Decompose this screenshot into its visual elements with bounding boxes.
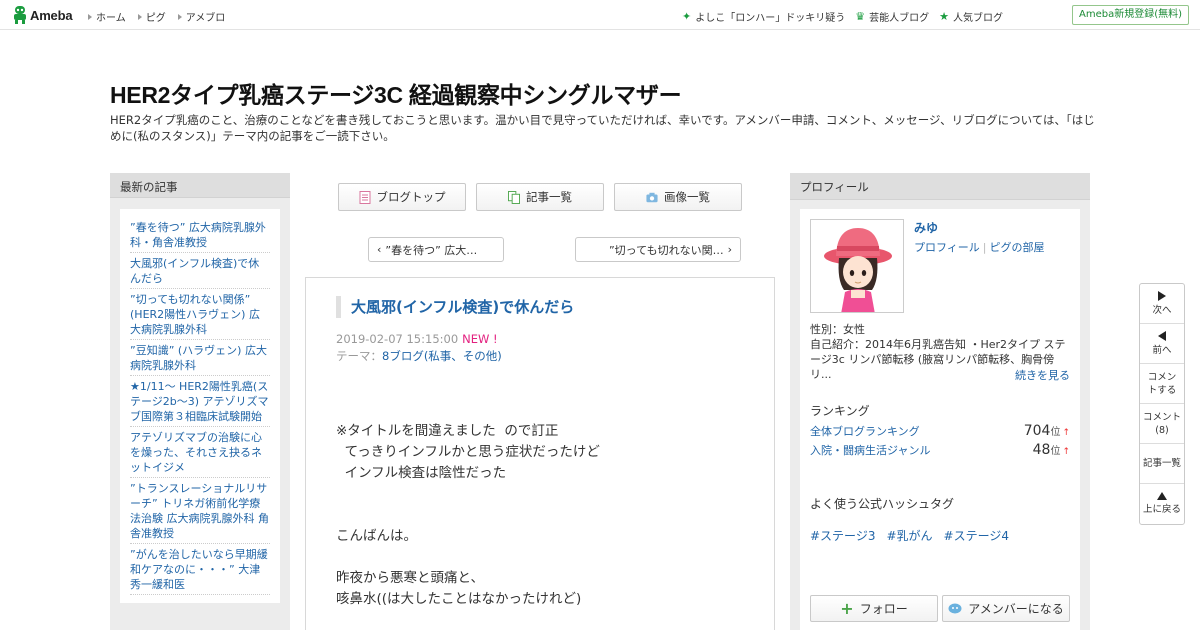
hashtag-heading: よく使う公式ハッシュタグ [810,497,955,511]
ranking-value: 48位 ↑ [1032,442,1070,458]
ranking-heading: ランキング [810,404,870,418]
tab-image-list[interactable]: 画像一覧 [614,183,742,211]
profile-link[interactable]: プロフィール [914,241,980,254]
ranking-value: 704位 ↑ [1023,423,1070,439]
ranking-row: 入院・闘病生活ジャンル 48位 ↑ [810,442,1070,458]
profile-box: みゆ プロフィール | ピグの部屋 性別：女性 自己紹介：2014年6月乳癌告知 ・… [800,209,1080,630]
avatar-image [811,220,903,312]
next-arrow-icon [1158,290,1166,301]
header-link-celebrity[interactable]: ♛ 芸能人ブログ [855,9,929,24]
follow-label: フォロー [859,602,908,616]
ranking-row: 全体ブログランキング 704位 ↑ [810,423,1070,439]
nav-pig[interactable]: ピグ [137,9,166,24]
copy-icon [508,190,520,204]
prev-arrow-icon [1158,330,1166,341]
left-sidebar: 最新の記事 ”春を待つ” 広大病院乳腺外科・角舎准教授 大風邪(インフル検査)で… [110,173,290,630]
profile-name[interactable]: みゆ [914,219,938,236]
entry-article: 大風邪(インフル検査)で休んだら 2019-02-07 15:15:00 NEW … [305,277,775,630]
triangle-icon [177,13,182,20]
next-entry-button[interactable]: ”切っても切れない関… › [575,237,741,262]
triangle-icon [137,13,142,20]
amember-button[interactable]: アメンバーになる [942,595,1070,622]
up-arrow-icon [1157,492,1167,500]
new-badge: NEW ! [462,332,498,346]
entry-theme-link[interactable]: 8ブログ(私事、その他) [382,349,502,363]
entry-title[interactable]: 大風邪(インフル検査)で休んだら [336,296,574,318]
ranking-label[interactable]: 全体ブログランキング [810,423,920,439]
header-link-news[interactable]: ✦ よしこ「ロンハー」ドッキリ疑う [682,9,845,24]
up-arrow-icon: ↑ [1062,447,1070,457]
nav-home[interactable]: ホーム [88,9,126,24]
prev-entry-title: ”春を待つ” 広大… [385,243,478,257]
next-button[interactable]: 次へ [1140,284,1184,324]
recent-entry-link[interactable]: 大風邪(インフル検査)で休んだら [130,253,270,289]
ranking-label[interactable]: 入院・闘病生活ジャンル [810,442,930,458]
hashtag-link[interactable]: #ステージ4 [944,527,1009,544]
tab-blog-top[interactable]: ブログトップ [338,183,466,211]
profile-links: プロフィール | ピグの部屋 [914,239,1045,255]
blog-description: HER2タイプ乳癌のこと、治療のことなどを書き残しておこうと思います。温かい目で… [110,113,1095,143]
write-comment-button[interactable]: コメントする [1140,364,1184,404]
recent-entry-link[interactable]: ”トランスレーショナルリサーチ” トリネガ術前化学療法治験 広大病院乳腺外科 角… [130,478,270,544]
theme-label: テーマ： [336,349,382,363]
profile-heading: プロフィール [790,173,1090,200]
avatar[interactable] [810,219,904,313]
prev-button[interactable]: 前へ [1140,324,1184,364]
right-sidebar: プロフィール みゆ プロフィール | ピグの部屋 性別：女性 自己紹介：2014… [790,173,1090,630]
entry-body: ※タイトルを間違えました ので訂正 てっきりインフルかと思う症状だったけど イン… [336,423,600,607]
register-button[interactable]: Ameba新規登録(無料) [1071,5,1189,25]
amember-icon [948,603,962,613]
nav-ameblo[interactable]: アメブロ [177,9,225,24]
profile-gender: 性別：女性 [810,323,865,336]
camera-icon [646,192,658,202]
tab-entry-list[interactable]: 記事一覧 [476,183,604,211]
plus-icon: + [840,599,854,618]
logo-text: Ameba [30,7,73,23]
recent-entry-link[interactable]: ”がんを治したいなら早期緩和ケアなのに・・・” 大津秀一緩和医 [130,544,270,595]
global-header: Ameba ホーム ピグ アメブロ ✦ よしこ「ロンハー」ドッキリ疑う ♛ 芸能人ブ… [0,0,1200,30]
recent-entry-link[interactable]: ”切っても切れない関係” (HER2陽性ハラヴェン) 広大病院乳腺外科 [130,289,270,340]
document-icon [359,190,370,204]
recent-entries-heading: 最新の記事 [110,173,290,198]
recent-entry-link[interactable]: アテゾリズマブの治験に心を燥った、それさえ抉るネットイジメ [130,427,270,478]
sparkle-icon: ✦ [682,10,692,23]
entry-datetime: 2019-02-07 15:15:00 [336,332,459,346]
pig-room-link[interactable]: ピグの部屋 [990,241,1045,254]
hashtag-link[interactable]: #乳がん [886,527,932,544]
star-icon: ★ [939,10,949,23]
blog-title[interactable]: HER2タイプ乳癌ステージ3C 経過観察中シングルマザー [110,76,682,110]
tab-label: 画像一覧 [664,190,710,204]
blog-tabs: ブログトップ 記事一覧 画像一覧 [338,183,742,211]
hashtag-link[interactable]: #ステージ3 [810,527,875,544]
chevron-right-icon: › [727,243,732,256]
recent-entry-link[interactable]: ”豆知識” (ハラヴェン) 広大病院乳腺外科 [130,340,270,376]
amember-label: アメンバーになる [968,602,1064,616]
up-arrow-icon: ↑ [1062,428,1070,438]
header-link-popular[interactable]: ★ 人気ブログ [939,9,1003,24]
prev-entry-button[interactable]: ‹ ”春を待つ” 広大… [368,237,504,262]
entry-meta: 2019-02-07 15:15:00 NEW ! テーマ：8ブログ(私事、その他… [336,331,502,365]
recent-entry-link[interactable]: ”春を待つ” 広大病院乳腺外科・角舎准教授 [130,217,270,253]
back-to-top-button[interactable]: 上に戻る [1140,484,1184,524]
hashtag-list: #ステージ3 #乳がん #ステージ4 [810,527,1009,544]
chevron-left-icon: ‹ [377,243,382,256]
tab-label: 記事一覧 [526,190,572,204]
comments-button[interactable]: コメント(8) [1140,404,1184,444]
header-right-links: ✦ よしこ「ロンハー」ドッキリ疑う ♛ 芸能人ブログ ★ 人気ブログ [672,9,1003,24]
next-entry-title: ”切っても切れない関… [608,243,724,257]
ameba-logo[interactable]: Ameba [13,6,73,24]
floating-nav: 次へ 前へ コメントする コメント(8) 記事一覧 上に戻る [1139,283,1185,525]
global-nav: ホーム ピグ アメブロ [88,9,237,24]
follow-button[interactable]: + フォロー [810,595,938,622]
tab-label: ブログトップ [376,190,446,204]
triangle-icon [88,13,92,20]
crown-icon: ♛ [855,10,866,23]
entry-list-button[interactable]: 記事一覧 [1140,444,1184,484]
recent-entries-list: ”春を待つ” 広大病院乳腺外科・角舎准教授 大風邪(インフル検査)で休んだら ”… [130,217,270,595]
recent-entry-link[interactable]: ★1/11～ HER2陽性乳癌(ステージ2b～3) アテゾリズマブ国際第３相臨床… [130,376,270,427]
read-more-link[interactable]: 続きを見る [1015,367,1070,383]
recent-entries-box: ”春を待つ” 広大病院乳腺外科・角舎准教授 大風邪(インフル検査)で休んだら ”… [120,209,280,603]
separator: | [982,241,987,254]
ameba-logo-icon [14,6,26,24]
